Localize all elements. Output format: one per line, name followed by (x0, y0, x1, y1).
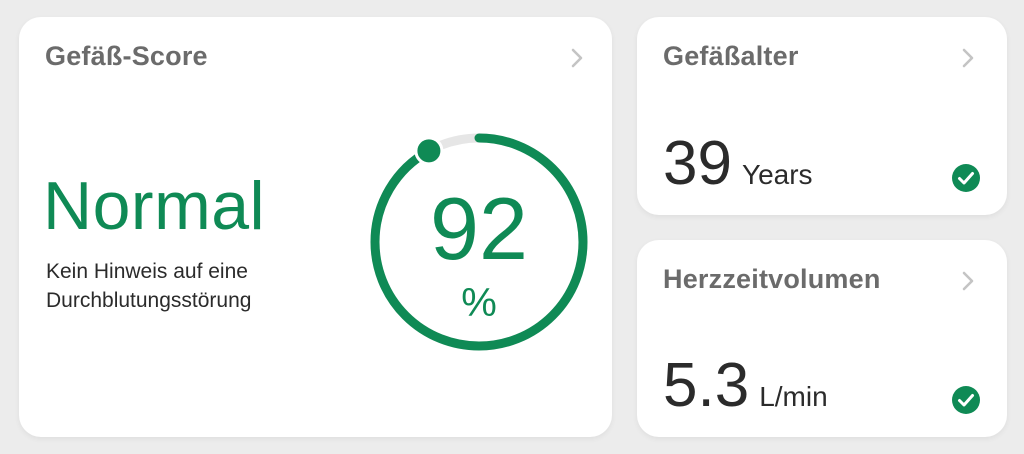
chevron-right-icon[interactable] (957, 47, 979, 69)
card-title: Gefäß-Score (45, 41, 208, 71)
check-circle-icon (951, 163, 981, 193)
vascular-age-value: 39 (663, 129, 732, 198)
cardiac-output-metric: 5.3 L/min (663, 355, 828, 417)
vascular-score-card[interactable]: Gefäß-Score Normal Kein Hinweis auf eine… (19, 17, 612, 437)
vascular-age-card[interactable]: Gefäßalter 39 Years (637, 17, 1007, 215)
chevron-right-icon[interactable] (566, 47, 588, 69)
cardiac-output-value: 5.3 (663, 351, 750, 420)
score-unit: % (461, 281, 497, 325)
card-title: Gefäßalter (663, 41, 799, 71)
card-title: Herzzeitvolumen (663, 264, 881, 294)
gauge-indicator-dot (414, 136, 444, 166)
status-label: Normal (43, 168, 266, 244)
score-value: 92 (430, 179, 528, 278)
cardiac-output-card[interactable]: Herzzeitvolumen 5.3 L/min (637, 240, 1007, 437)
vascular-age-metric: 39 Years (663, 133, 813, 195)
cardiac-output-unit: L/min (759, 381, 828, 412)
chevron-right-icon[interactable] (957, 270, 979, 292)
check-circle-icon (951, 385, 981, 415)
status-description: Kein Hinweis auf eine Durchblutungsstöru… (46, 260, 252, 312)
vascular-age-unit: Years (741, 159, 813, 190)
